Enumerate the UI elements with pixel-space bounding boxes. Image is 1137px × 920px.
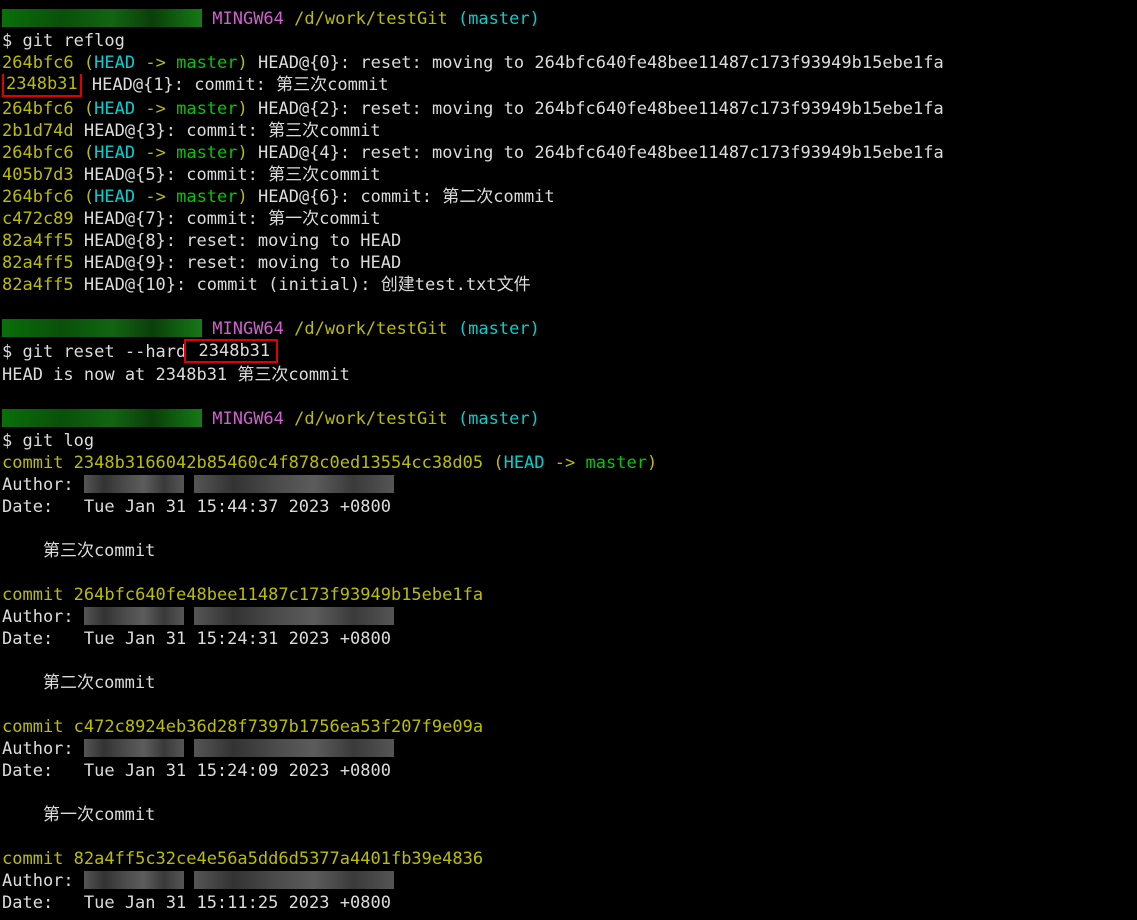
log-date-2: Date: Tue Jan 31 15:24:31 2023 +0800 [0,628,1137,650]
prompt-symbol: $ [2,342,12,362]
log-author-3: Author: [0,738,1137,760]
author-email-redacted [194,739,394,757]
reflog-row-5: 405b7d3 HEAD@{5}: commit: 第三次commit [0,164,1137,186]
command-line-3: $ git log [0,430,1137,452]
branch-name: (master) [458,9,540,29]
typed-command: git log [23,431,95,451]
log-commit-4: commit 82a4ff5c32ce4e56a5dd6d5377a4401fb… [0,848,1137,870]
reflog-row-4: 264bfc6 (HEAD -> master) HEAD@{4}: reset… [0,142,1137,164]
user-host-redacted [2,319,202,337]
author-name-redacted [84,871,184,889]
log-author-1: Author: [0,474,1137,496]
shell-env: MINGW64 [212,9,284,29]
reflog-row-10: 82a4ff5 HEAD@{10}: commit (initial): 创建t… [0,274,1137,296]
terminal-output[interactable]: MINGW64 /d/work/testGit (master) $ git r… [0,0,1137,914]
log-commit-3: commit c472c8924eb36d28f7397b1756ea53f20… [0,716,1137,738]
branch-name: (master) [458,319,540,339]
reflog-row-6: 264bfc6 (HEAD -> master) HEAD@{6}: commi… [0,186,1137,208]
typed-command: git reflog [23,31,125,51]
reflog-row-1: 2348b31 HEAD@{1}: commit: 第三次commit [0,74,1137,98]
author-name-redacted [84,739,184,757]
highlighted-arg-box: 2348b31 [184,339,278,363]
reflog-row-0: 264bfc6 (HEAD -> master) HEAD@{0}: reset… [0,52,1137,74]
shell-env: MINGW64 [212,409,284,429]
author-email-redacted [194,475,394,493]
log-msg-1: 第三次commit [0,540,1137,562]
log-date-4: Date: Tue Jan 31 15:11:25 2023 +0800 [0,892,1137,914]
log-date-3: Date: Tue Jan 31 15:24:09 2023 +0800 [0,760,1137,782]
shell-env: MINGW64 [212,319,284,339]
prompt-symbol: $ [2,431,12,451]
author-email-redacted [194,871,394,889]
author-name-redacted [84,607,184,625]
cwd-path: /d/work/testGit [294,9,448,29]
command-line-1: $ git reflog [0,30,1137,52]
log-date-1: Date: Tue Jan 31 15:44:37 2023 +0800 [0,496,1137,518]
log-author-4: Author: [0,870,1137,892]
reflog-row-8: 82a4ff5 HEAD@{8}: reset: moving to HEAD [0,230,1137,252]
cwd-path: /d/work/testGit [294,319,448,339]
log-commit-1: commit 2348b3166042b85460c4f878c0ed13554… [0,452,1137,474]
author-email-redacted [194,607,394,625]
branch-name: (master) [458,409,540,429]
log-author-2: Author: [0,606,1137,628]
highlighted-hash-box: 2348b31 [2,74,82,97]
prompt-line-1: MINGW64 /d/work/testGit (master) [0,8,1137,30]
author-name-redacted [84,475,184,493]
user-host-redacted [2,409,202,427]
prompt-line-3: MINGW64 /d/work/testGit (master) [0,408,1137,430]
reflog-row-3: 2b1d74d HEAD@{3}: commit: 第三次commit [0,120,1137,142]
reset-output: HEAD is now at 2348b31 第三次commit [0,364,1137,386]
prompt-symbol: $ [2,31,12,51]
log-msg-3: 第一次commit [0,804,1137,826]
log-commit-2: commit 264bfc640fe48bee11487c173f93949b1… [0,584,1137,606]
reflog-row-9: 82a4ff5 HEAD@{9}: reset: moving to HEAD [0,252,1137,274]
reflog-row-7: c472c89 HEAD@{7}: commit: 第一次commit [0,208,1137,230]
reflog-row-2: 264bfc6 (HEAD -> master) HEAD@{2}: reset… [0,98,1137,120]
user-host-redacted [2,9,202,27]
typed-command-prefix: git reset --hard [23,342,187,362]
log-msg-2: 第二次commit [0,672,1137,694]
prompt-line-2: MINGW64 /d/work/testGit (master) [0,318,1137,340]
cwd-path: /d/work/testGit [294,409,448,429]
command-line-2: $ git reset --hard 2348b31 [0,340,1137,364]
